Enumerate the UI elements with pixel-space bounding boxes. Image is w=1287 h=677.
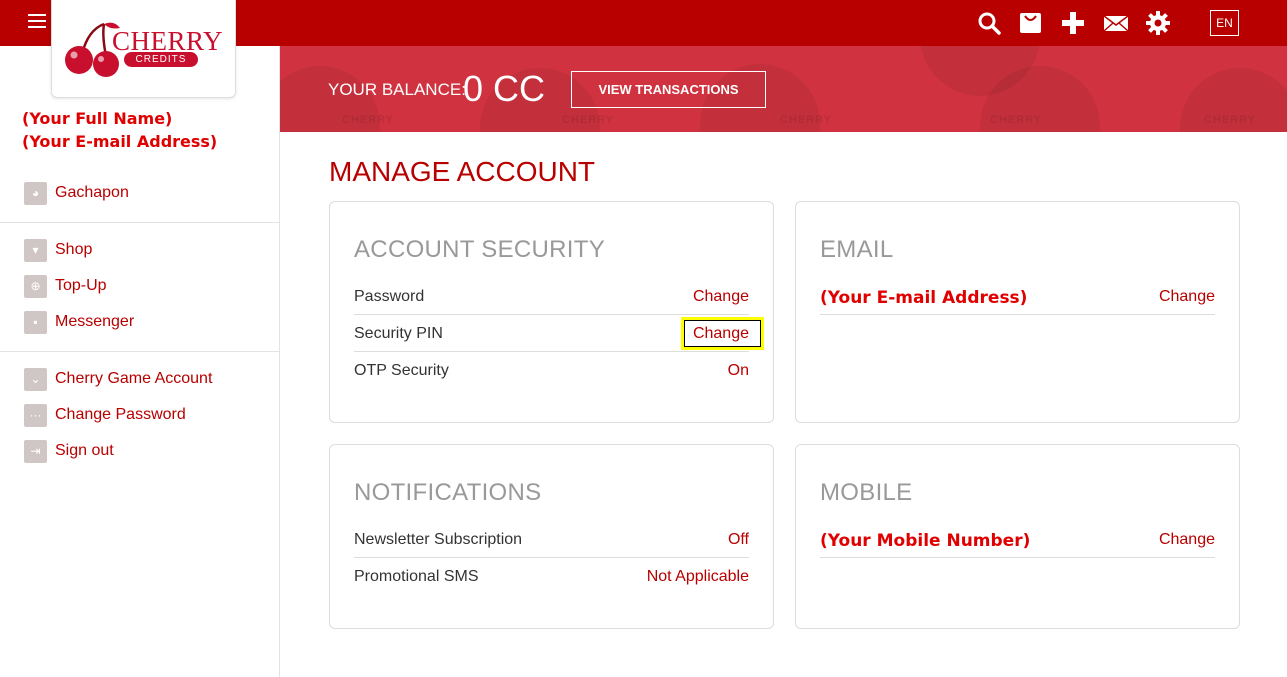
add-icon[interactable] — [1060, 10, 1086, 36]
change-email-link[interactable]: Change — [1159, 288, 1215, 306]
shop-bag-icon[interactable] — [1018, 10, 1044, 36]
banner-watermark: CHERRY — [1204, 114, 1257, 126]
change-mobile-link[interactable]: Change — [1159, 531, 1215, 549]
topup-icon: ⊕ — [24, 274, 47, 298]
user-full-name: (Your Full Name) — [22, 109, 173, 128]
email-card: EMAIL (Your E-mail Address) Change — [795, 201, 1240, 423]
sidebar-item-label: Change Password — [55, 406, 186, 423]
banner-watermark: CHERRY — [562, 114, 615, 126]
promotional-sms-status: Not Applicable — [646, 568, 749, 585]
menu-icon[interactable] — [28, 14, 46, 30]
security-pin-row: Security PIN Change — [354, 315, 764, 352]
row-label: Security PIN — [354, 325, 443, 342]
sidebar-divider — [0, 351, 279, 352]
banner-watermark: CHERRY — [342, 114, 395, 126]
page-title: MANAGE ACCOUNT — [329, 156, 596, 187]
sidebar-item-messenger[interactable]: ▪ Messenger — [24, 310, 134, 334]
balance-label: YOUR BALANCE: — [328, 80, 466, 99]
row-label: Password — [354, 288, 425, 305]
mobile-card: MOBILE (Your Mobile Number) Change — [795, 444, 1240, 629]
promotional-sms-row: Promotional SMS Not Applicable — [354, 558, 749, 595]
sidebar-item-game-account[interactable]: ⌄ Cherry Game Account — [24, 367, 212, 391]
banner-watermark: CHERRY — [990, 114, 1043, 126]
notifications-card: NOTIFICATIONS Newsletter Subscription Of… — [329, 444, 774, 629]
sidebar-item-label: Sign out — [55, 442, 114, 459]
sidebar-item-label: Messenger — [55, 313, 135, 330]
card-title: ACCOUNT SECURITY — [354, 236, 606, 263]
sidebar-item-label: Cherry Game Account — [55, 370, 213, 387]
sidebar-item-label: Gachapon — [55, 184, 129, 201]
shop-icon: ▾ — [24, 238, 47, 262]
row-label: OTP Security — [354, 362, 449, 379]
sidebar-item-label: Top-Up — [55, 277, 107, 294]
card-title: EMAIL — [820, 236, 894, 263]
row-label: Promotional SMS — [354, 568, 479, 585]
change-security-pin-link[interactable]: Change — [693, 325, 749, 343]
search-icon[interactable] — [976, 10, 1002, 36]
language-button[interactable]: EN — [1210, 10, 1239, 36]
sidebar-item-sign-out[interactable]: ⇥ Sign out — [24, 439, 114, 463]
sidebar-divider — [0, 222, 279, 223]
brand-sub: CREDITS — [124, 52, 198, 67]
password-row: Password Change — [354, 278, 749, 315]
user-email: (Your E-mail Address) — [22, 132, 218, 151]
newsletter-row: Newsletter Subscription Off — [354, 521, 749, 558]
gear-icon[interactable] — [1145, 10, 1171, 36]
sidebar-item-topup[interactable]: ⊕ Top-Up — [24, 274, 107, 298]
sidebar-item-label: Shop — [55, 241, 93, 258]
mobile-value: (Your Mobile Number) — [820, 531, 1031, 551]
otp-security-row: OTP Security On — [354, 352, 749, 389]
sidebar: (Your Full Name) (Your E-mail Address) ◕… — [0, 46, 280, 677]
sidebar-item-gachapon[interactable]: ◕ Gachapon — [24, 181, 129, 205]
view-transactions-button[interactable]: VIEW TRANSACTIONS — [571, 71, 766, 108]
card-title: NOTIFICATIONS — [354, 479, 542, 506]
balance-value: 0 CC — [463, 68, 546, 109]
card-title: MOBILE — [820, 479, 913, 506]
otp-security-toggle[interactable]: On — [728, 362, 749, 380]
change-password-link[interactable]: Change — [693, 288, 749, 306]
game-account-icon: ⌄ — [24, 367, 47, 391]
newsletter-toggle[interactable]: Off — [728, 531, 749, 549]
gachapon-icon: ◕ — [24, 181, 47, 205]
logo[interactable]: CHERRY CREDITS — [51, 0, 236, 98]
account-security-card: ACCOUNT SECURITY Password Change Securit… — [329, 201, 774, 423]
balance-banner: CHERRY CHERRY CHERRY CHERRY CHERRY YOUR … — [280, 46, 1287, 132]
signout-icon: ⇥ — [24, 439, 47, 463]
messenger-icon: ▪ — [24, 310, 47, 334]
sidebar-item-change-password[interactable]: ··· Change Password — [24, 403, 186, 427]
password-icon: ··· — [24, 403, 47, 427]
sidebar-item-shop[interactable]: ▾ Shop — [24, 238, 92, 262]
email-value: (Your E-mail Address) — [820, 288, 1028, 308]
email-row: (Your E-mail Address) Change — [820, 278, 1215, 315]
mail-icon[interactable] — [1103, 10, 1129, 36]
row-label: Newsletter Subscription — [354, 531, 523, 548]
banner-watermark: CHERRY — [780, 114, 833, 126]
mobile-row: (Your Mobile Number) Change — [820, 521, 1215, 558]
